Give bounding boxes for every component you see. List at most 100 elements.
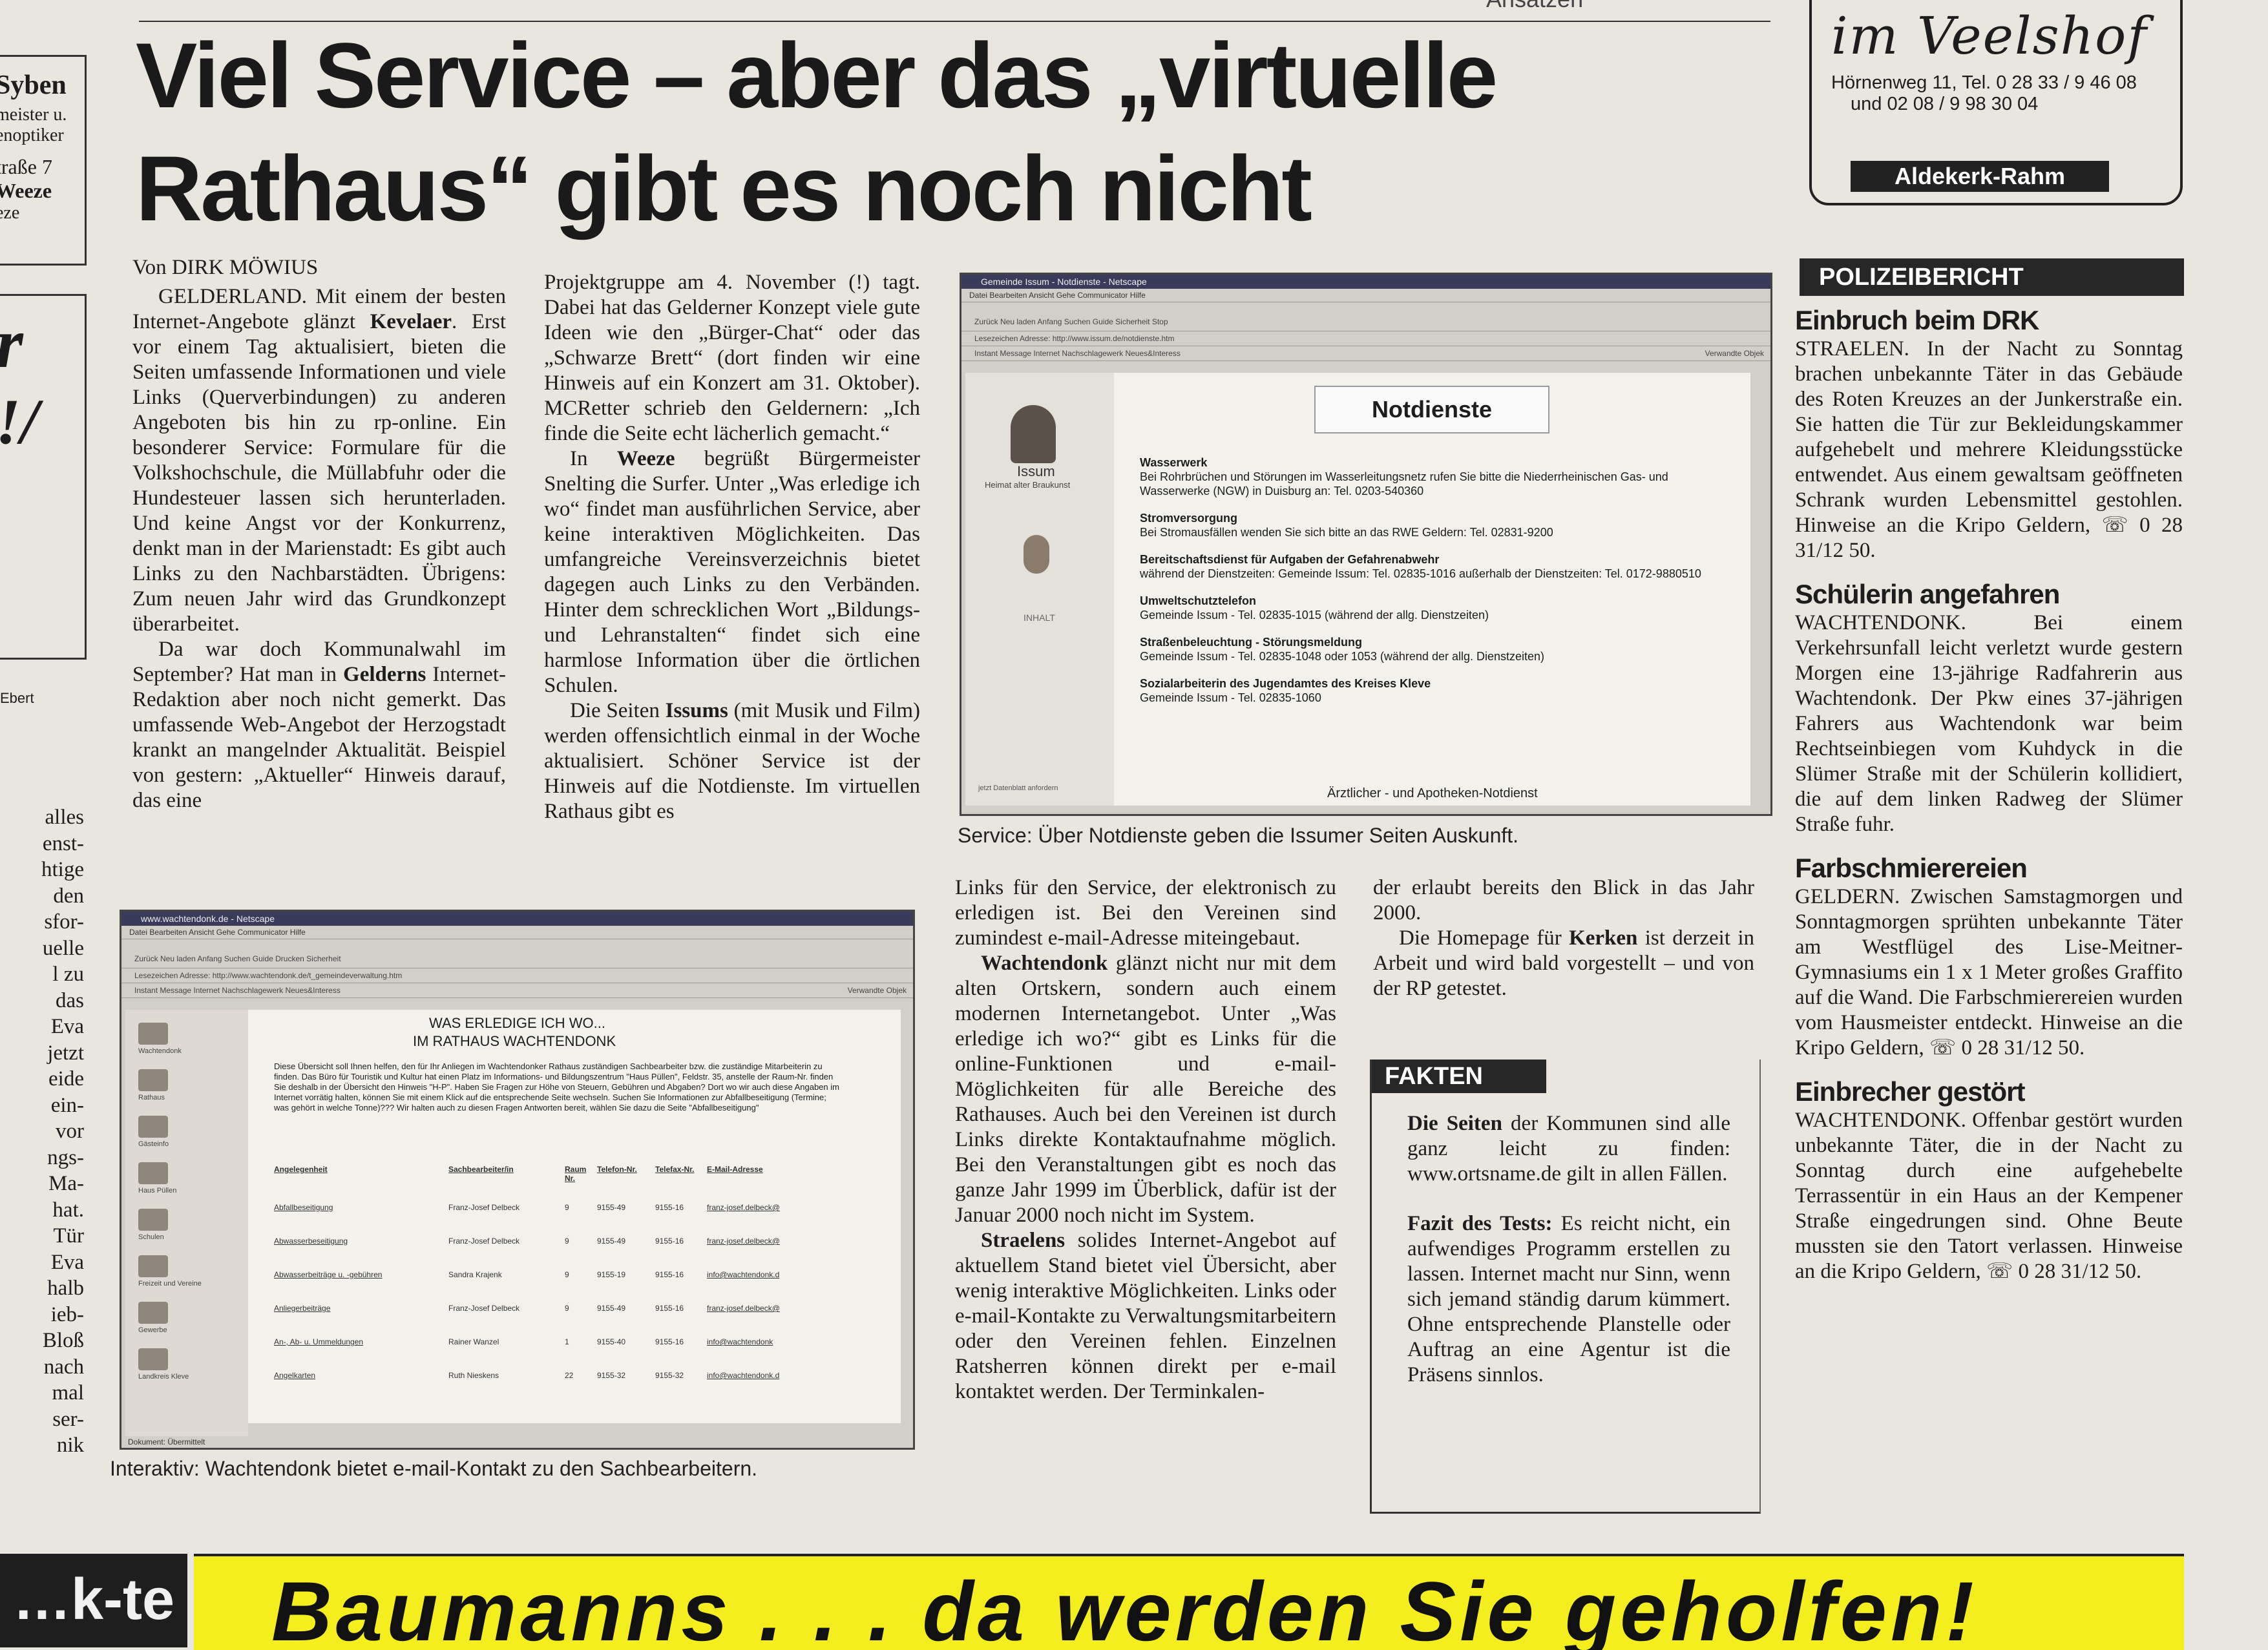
table-cell: Angelkarten xyxy=(274,1371,316,1380)
left-strip-word: sfor- xyxy=(44,910,84,934)
left-ad-line2: enoptiker xyxy=(0,125,64,145)
table-cell: 9 xyxy=(565,1270,569,1279)
table-row: Angelkarten Ruth Nieskens 22 9155-32 9155-32… xyxy=(274,1359,881,1392)
top-cut-text: Ansätzen xyxy=(1486,0,1583,13)
issum-footer: Ärztlicher - und Apotheken-Notdienst xyxy=(1327,786,1538,800)
bottom-banner-left: …k-te xyxy=(0,1554,187,1647)
left-strip-word: ser- xyxy=(52,1407,84,1431)
col2-p1: Projektgruppe am 4. November (!) tagt. D… xyxy=(544,271,920,445)
issum-menubar: Datei Bearbeiten Ansicht Gehe Communicat… xyxy=(961,289,1770,302)
col3-p1: Links für den Service, der elektronisch … xyxy=(955,876,1336,950)
table-cell: Abwasserbeseitigung xyxy=(274,1237,348,1246)
issum-logo-icon xyxy=(1011,405,1056,463)
police-item-text: GELDERN. Zwischen Samstagmorgen und Sonn… xyxy=(1795,884,2183,1061)
right-ad-bar: Aldekerk-Rahm xyxy=(1851,161,2109,192)
article-column-4: der erlaubt bereits den Blick in das Jah… xyxy=(1373,875,1754,1001)
col1-gelderns: Gelderns xyxy=(343,663,426,686)
wachtendonk-linksbar: Instant Message Internet Nachschlagewerk… xyxy=(121,983,913,998)
table-cell: Anliegerbeiträge xyxy=(274,1304,331,1313)
building-icon xyxy=(138,1023,168,1045)
wachtendonk-screenshot: www.wachtendonk.de - Netscape Datei Bear… xyxy=(120,910,915,1450)
wachtendonk-side-label: Rathaus xyxy=(138,1094,165,1102)
left-strip-word: ieb- xyxy=(50,1302,84,1326)
table-cell: Abfallbeseitigung xyxy=(274,1203,333,1212)
left-strip-word: ngs- xyxy=(47,1145,84,1169)
issum-entry: Straßenbeleuchtung - Störungsmeldung Geme… xyxy=(1140,635,1721,663)
wachtendonk-toolbar: Zurück Neu laden Anfang Suchen Guide Dru… xyxy=(121,939,913,968)
left-ad-box: Syben meister u. enoptiker traße 7 Weeze… xyxy=(0,55,87,266)
left-strip-word: htige xyxy=(41,858,84,881)
police-item-text: STRAELEN. In der Nacht zu Sonntag brache… xyxy=(1795,337,2183,563)
issum-entry-text: Gemeinde Issum - Tel. 02835-1015 (währen… xyxy=(1140,609,1489,621)
building-icon xyxy=(138,1162,168,1184)
issum-entry-title: Sozialarbeiterin des Jugendamtes des Kre… xyxy=(1140,677,1431,690)
issum-entry: Wasserwerk Bei Rohrbrüchen und Störungen … xyxy=(1140,455,1721,498)
table-cell: 9 xyxy=(565,1203,569,1212)
wachtendonk-side-label: Wachtendonk xyxy=(138,1047,182,1055)
issum-related: Verwandte Objek xyxy=(1705,349,1764,358)
left-strip-word: mal xyxy=(52,1381,84,1405)
issum-entry-title: Umweltschutztelefon xyxy=(1140,594,1257,607)
table-row: Abfallbeseitigung Franz-Josef Delbeck 9 915… xyxy=(274,1191,881,1224)
left-strip-column: alles enst-htige den sfor-uelle l zu das Eva je… xyxy=(0,804,84,1459)
issum-titlebar: Gemeinde Issum - Notdienste - Netscape xyxy=(961,275,1770,289)
issum-entry-title: Bereitschaftsdienst für Aufgaben der Gef… xyxy=(1140,553,1440,566)
table-cell: 9 xyxy=(565,1237,569,1246)
table-cell: 9155-49 xyxy=(597,1304,626,1313)
issum-side-label: INHALT xyxy=(1024,612,1055,623)
wachtendonk-side-label: Schulen xyxy=(138,1233,164,1241)
wachtendonk-side-item: Gewerbe xyxy=(125,1302,248,1348)
article-column-1: Von DIRK MÖWIUS GELDERLAND. Mit einem de… xyxy=(132,255,506,813)
police-item-title: Schülerin angefahren xyxy=(1795,579,2060,609)
table-cell: info@wachtendonk.d xyxy=(707,1371,780,1380)
left-strip-word: Bloß xyxy=(42,1329,84,1352)
bottom-banner-left-text: …k-te xyxy=(13,1567,175,1632)
wachtendonk-header-cell: Telefon-Nr. xyxy=(597,1165,637,1174)
caption-issum: Service: Über Notdienste geben die Issum… xyxy=(958,824,1519,847)
police-item: Farbschmierereien GELDERN. Zwischen Samst… xyxy=(1795,855,2183,1061)
table-cell: franz-josef.delbeck@ xyxy=(707,1304,780,1313)
table-cell: Franz-Josef Delbeck xyxy=(448,1237,520,1246)
issum-sidebar: Issum Heimat alter Braukunst INHALT jetz… xyxy=(965,373,1114,806)
table-cell: Franz-Josef Delbeck xyxy=(448,1304,520,1313)
issum-toolbar: Zurück Neu laden Anfang Suchen Guide Sic… xyxy=(961,302,1770,331)
building-icon xyxy=(138,1348,168,1370)
wachtendonk-titlebar: www.wachtendonk.de - Netscape xyxy=(121,912,913,926)
col3-p2b: glänzt nicht nur mit dem alten Ortskern,… xyxy=(955,952,1336,1227)
police-item: Einbruch beim DRK STRAELEN. In der Nacht … xyxy=(1795,307,2183,563)
issum-entry: Umweltschutztelefon Gemeinde Issum - Tel.… xyxy=(1140,594,1721,622)
police-item: Einbrecher gestört WACHTENDONK. Offenbar … xyxy=(1795,1076,2183,1284)
wachtendonk-side-item: Wachtendonk xyxy=(125,1023,248,1069)
table-row: Abwasserbeseitigung Franz-Josef Delbeck 9 9… xyxy=(274,1224,881,1258)
col2-p3a: Die Seiten xyxy=(570,699,666,722)
police-item-body: In der Nacht zu Sonntag brachen unbekann… xyxy=(1795,337,2183,562)
wachtendonk-links: Instant Message Internet Nachschlagewerk… xyxy=(134,986,341,995)
wachtendonk-header-cell: Telefax-Nr. xyxy=(655,1165,695,1174)
wachtendonk-side-label: Gästeinfo xyxy=(138,1140,169,1148)
fakten-text: Die Seiten der Kommunen sind alle ganz l… xyxy=(1407,1111,1730,1388)
table-cell: 9 xyxy=(565,1304,569,1313)
wachtendonk-table-header: Angelegenheit Sachbearbeiter/in Raum Nr. Te… xyxy=(274,1165,881,1191)
table-cell: 9155-16 xyxy=(655,1304,684,1313)
fakten-p2-bold: Fazit des Tests: xyxy=(1407,1212,1553,1235)
issum-entry-text: Gemeinde Issum - Tel. 02835-1048 oder 10… xyxy=(1140,650,1545,663)
table-cell: 9155-32 xyxy=(655,1371,684,1380)
wachtendonk-sidebar: Wachtendonk Rathaus Gästeinfo Haus Püllen Sc… xyxy=(125,1010,248,1436)
right-ad-addr1: Hörnenweg 11, Tel. 0 28 33 / 9 46 08 xyxy=(1831,72,2137,93)
table-cell: 22 xyxy=(565,1371,574,1380)
issum-page-title: Notdienste xyxy=(1314,386,1549,433)
bottom-banner-text: Baumanns . . . da werden Sie geholfen! xyxy=(271,1564,1978,1650)
col3-straelens: Straelens xyxy=(981,1229,1066,1252)
building-icon xyxy=(138,1209,168,1231)
table-cell: Rainer Wanzel xyxy=(448,1337,499,1346)
police-item-title: Einbrecher gestört xyxy=(1795,1076,2025,1107)
wachtendonk-title1: WAS ERLEDIGE ICH WO... xyxy=(429,1015,605,1031)
wachtendonk-side-item: Gästeinfo xyxy=(125,1116,248,1162)
left-strip-word: halb xyxy=(47,1277,84,1300)
left-strip-word: den xyxy=(53,884,84,908)
byline: Von DIRK MÖWIUS xyxy=(132,256,319,279)
issum-entry-text: Bei Stromausfällen wenden Sie sich bitte… xyxy=(1140,526,1553,539)
police-column: Einbruch beim DRK STRAELEN. In der Nacht … xyxy=(1795,289,2183,1284)
police-item-body: Zwischen Samstagmorgen und Sonntagmorgen… xyxy=(1795,885,2183,1060)
col3-wachtendonk: Wachtendonk xyxy=(981,952,1108,975)
